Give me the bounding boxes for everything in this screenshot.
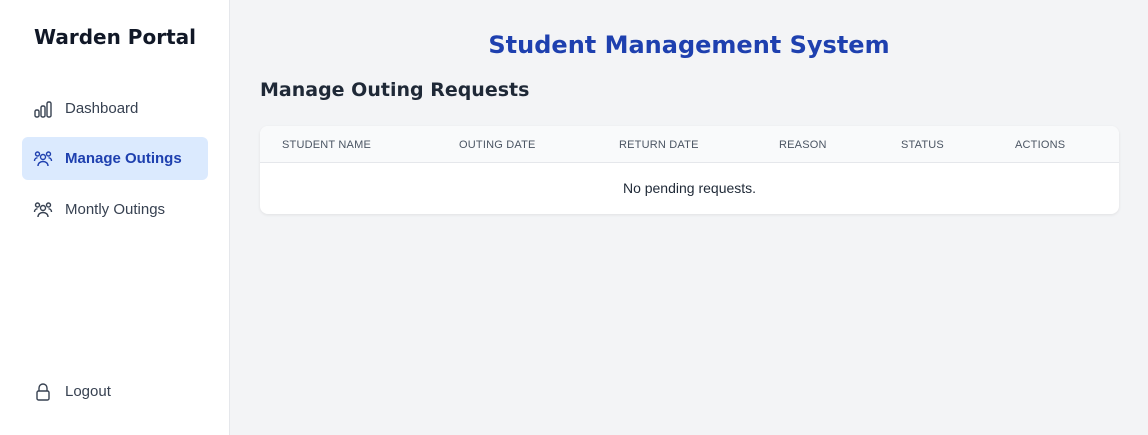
- column-header-student-name: STUDENT NAME: [282, 139, 371, 151]
- page-title: Student Management System: [488, 31, 890, 59]
- brand-title: Warden Portal: [34, 25, 196, 49]
- sidebar-item-label: Dashboard: [65, 100, 139, 117]
- section-title: Manage Outing Requests: [260, 79, 530, 101]
- sidebar-item-manage-outings[interactable]: Manage Outings: [22, 137, 208, 180]
- sidebar-item-label: Manage Outings: [65, 150, 182, 167]
- bar-chart-icon: [32, 98, 54, 120]
- logout-label: Logout: [65, 383, 111, 400]
- empty-state-message: No pending requests.: [622, 179, 757, 196]
- users-icon: [32, 148, 54, 170]
- sidebar: Warden Portal Dashboard Manage Outings M…: [0, 0, 230, 435]
- column-header-actions: ACTIONS: [1015, 139, 1066, 151]
- table-header: STUDENT NAME OUTING DATE RETURN DATE REA…: [260, 126, 1119, 163]
- column-header-reason: REASON: [779, 139, 827, 151]
- logout-button[interactable]: Logout: [22, 370, 208, 413]
- lock-icon: [32, 381, 54, 403]
- column-header-outing-date: OUTING DATE: [459, 139, 536, 151]
- sidebar-item-label: Montly Outings: [65, 201, 166, 218]
- column-header-return-date: RETURN DATE: [619, 139, 699, 151]
- sidebar-item-montly-outings[interactable]: Montly Outings: [22, 188, 208, 231]
- column-header-status: STATUS: [901, 139, 944, 151]
- sidebar-item-dashboard[interactable]: Dashboard: [22, 87, 208, 130]
- requests-table: STUDENT NAME OUTING DATE RETURN DATE REA…: [260, 126, 1119, 214]
- users-icon: [32, 199, 54, 221]
